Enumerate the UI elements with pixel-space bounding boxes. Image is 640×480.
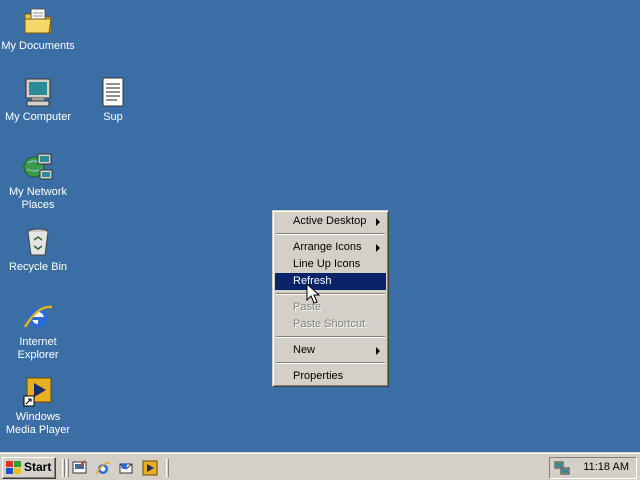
menu-item-label: New: [293, 344, 316, 356]
network-connection-icon[interactable]: [554, 460, 570, 476]
desktop-context-menu: Active Desktop Arrange Icons Line Up Ico…: [272, 210, 389, 387]
desktop-icon-recycle-bin[interactable]: Recycle Bin: [0, 226, 76, 274]
recycle-bin-icon: [27, 228, 49, 256]
desktop-icon-label: My Documents: [1, 40, 75, 52]
desktop-icon-my-computer[interactable]: My Computer: [0, 76, 76, 124]
menu-separator: [275, 290, 386, 299]
menu-item-active-desktop[interactable]: Active Desktop: [275, 213, 386, 230]
show-desktop-icon[interactable]: [72, 460, 88, 476]
menu-item-line-up-icons[interactable]: Line Up Icons: [275, 256, 386, 273]
submenu-arrow-icon: [376, 218, 380, 226]
menu-item-properties[interactable]: Properties: [275, 368, 386, 385]
start-button[interactable]: Start: [2, 457, 56, 479]
menu-item-label: Active Desktop: [293, 215, 367, 227]
start-label: Start: [24, 460, 52, 474]
internet-explorer-icon[interactable]: [95, 460, 111, 476]
menu-item-label: Line Up Icons: [293, 258, 361, 270]
internet-explorer-icon: [23, 305, 53, 328]
menu-item-refresh[interactable]: Refresh: [275, 273, 386, 290]
taskbar-clock[interactable]: 11:18 AM: [583, 461, 629, 473]
computer-icon: [25, 78, 51, 107]
toolbar-grip[interactable]: [66, 459, 69, 477]
network-places-icon: [23, 153, 53, 180]
menu-item-new[interactable]: New: [275, 342, 386, 359]
submenu-arrow-icon: [376, 347, 380, 355]
desktop-icon-sup[interactable]: Sup: [75, 76, 151, 124]
toolbar-grip[interactable]: [166, 459, 169, 477]
text-document-icon: [102, 77, 124, 107]
menu-separator: [275, 359, 386, 368]
desktop-icon-label: My Computer: [4, 111, 72, 123]
menu-item-label: Arrange Icons: [293, 241, 362, 253]
windows-logo-icon: [6, 461, 21, 474]
menu-separator: [275, 333, 386, 342]
media-player-icon[interactable]: [142, 460, 158, 476]
system-tray: 11:18 AM: [549, 457, 637, 479]
desktop-icon-label: Sup: [103, 111, 123, 123]
menu-item-arrange-icons[interactable]: Arrange Icons: [275, 239, 386, 256]
outlook-express-icon[interactable]: [118, 460, 134, 476]
media-player-icon: [23, 377, 52, 407]
desktop-icon-label: Recycle Bin: [8, 261, 68, 273]
menu-item-paste: Paste: [275, 299, 386, 316]
submenu-arrow-icon: [376, 244, 380, 252]
menu-separator: [275, 230, 386, 239]
toolbar-grip[interactable]: [62, 459, 65, 477]
desktop-icon-my-network-places[interactable]: My Network Places: [0, 151, 76, 212]
desktop-icon-my-documents[interactable]: My Documents: [0, 5, 76, 53]
mouse-pointer-icon: [306, 283, 320, 304]
desktop-icon-label: My Network Places: [8, 186, 68, 211]
desktop-icon-label: Windows Media Player: [5, 411, 71, 436]
desktop-icon-internet-explorer[interactable]: Internet Explorer: [0, 301, 76, 362]
menu-item-label: Paste Shortcut: [293, 318, 366, 330]
menu-item-label: Properties: [293, 370, 344, 382]
taskbar: Start 11:18 AM: [0, 452, 640, 480]
menu-item-paste-shortcut: Paste Shortcut: [275, 316, 386, 333]
folder-documents-icon: [24, 8, 52, 34]
desktop-icon-label: Internet Explorer: [17, 336, 59, 361]
desktop-icon-windows-media-player[interactable]: Windows Media Player: [0, 376, 76, 437]
